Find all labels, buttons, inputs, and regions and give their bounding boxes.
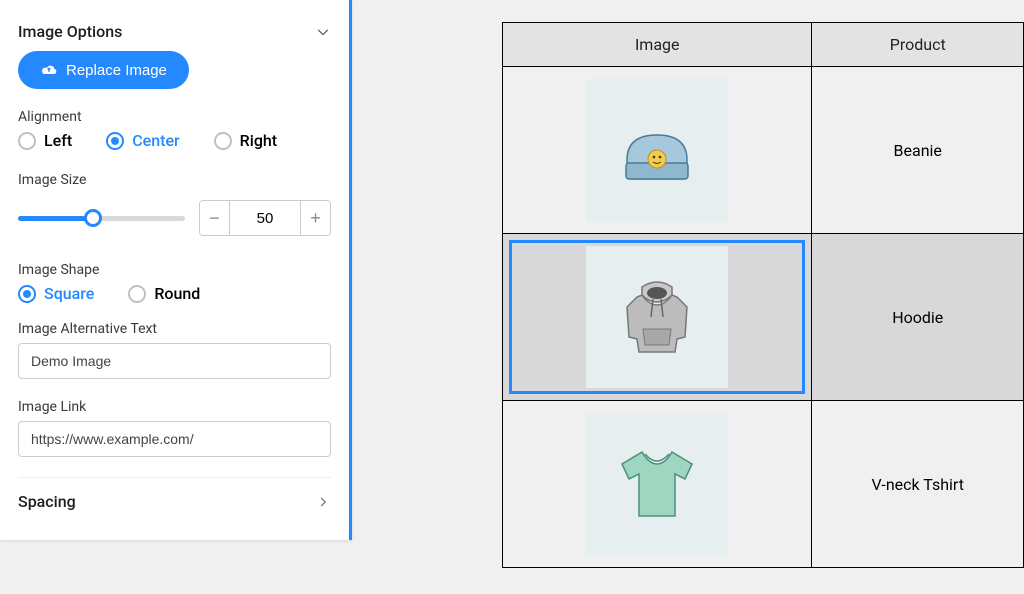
cloud-upload-icon	[40, 61, 58, 79]
table-row[interactable]: Hoodie	[503, 234, 1024, 401]
options-panel: Image Options Replace Image Alignment Le…	[0, 0, 352, 540]
chevron-down-icon	[315, 24, 331, 40]
decrement-button[interactable]: −	[200, 201, 230, 235]
radio-icon	[214, 132, 232, 150]
product-name: V-neck Tshirt	[812, 401, 1024, 568]
product-image-beanie[interactable]	[586, 79, 728, 221]
image-size-slider[interactable]	[18, 208, 185, 228]
alt-text-input[interactable]	[18, 343, 331, 379]
header-image: Image	[503, 23, 812, 67]
hoodie-icon	[607, 267, 707, 367]
replace-image-button[interactable]: Replace Image	[18, 51, 189, 89]
shape-round[interactable]: Round	[128, 284, 200, 303]
image-link-label: Image Link	[18, 399, 331, 415]
alignment-left[interactable]: Left	[18, 131, 72, 150]
header-product: Product	[812, 23, 1024, 67]
tshirt-icon	[607, 434, 707, 534]
image-size-stepper: − +	[199, 200, 331, 236]
shape-square[interactable]: Square	[18, 284, 94, 303]
slider-thumb[interactable]	[84, 209, 102, 227]
preview-canvas: Image Product Beani	[502, 22, 1024, 568]
chevron-right-icon	[315, 494, 331, 510]
alignment-center[interactable]: Center	[106, 131, 179, 150]
spacing-title: Spacing	[18, 492, 76, 511]
image-link-input[interactable]	[18, 421, 331, 457]
alignment-label: Alignment	[18, 109, 331, 125]
alignment-right[interactable]: Right	[214, 131, 277, 150]
product-image-tshirt[interactable]	[586, 413, 728, 555]
increment-button[interactable]: +	[300, 201, 330, 235]
table-row[interactable]: Beanie	[503, 67, 1024, 234]
radio-icon	[106, 132, 124, 150]
radio-icon	[18, 285, 36, 303]
replace-image-label: Replace Image	[66, 62, 167, 79]
product-image-hoodie[interactable]	[586, 246, 728, 388]
shape-radio-group: Square Round	[18, 284, 331, 303]
spacing-header[interactable]: Spacing	[18, 477, 331, 515]
radio-icon	[18, 132, 36, 150]
product-name: Hoodie	[812, 234, 1024, 401]
table-row[interactable]: V-neck Tshirt	[503, 401, 1024, 568]
radio-icon	[128, 285, 146, 303]
beanie-icon	[612, 105, 702, 195]
alignment-radio-group: Left Center Right	[18, 131, 331, 150]
image-size-input[interactable]	[230, 201, 300, 235]
product-table: Image Product Beani	[502, 22, 1024, 568]
image-shape-label: Image Shape	[18, 262, 331, 278]
image-size-label: Image Size	[18, 172, 331, 188]
section-title: Image Options	[18, 22, 122, 41]
product-name: Beanie	[812, 67, 1024, 234]
alt-text-label: Image Alternative Text	[18, 321, 331, 337]
image-options-header[interactable]: Image Options	[18, 16, 331, 51]
